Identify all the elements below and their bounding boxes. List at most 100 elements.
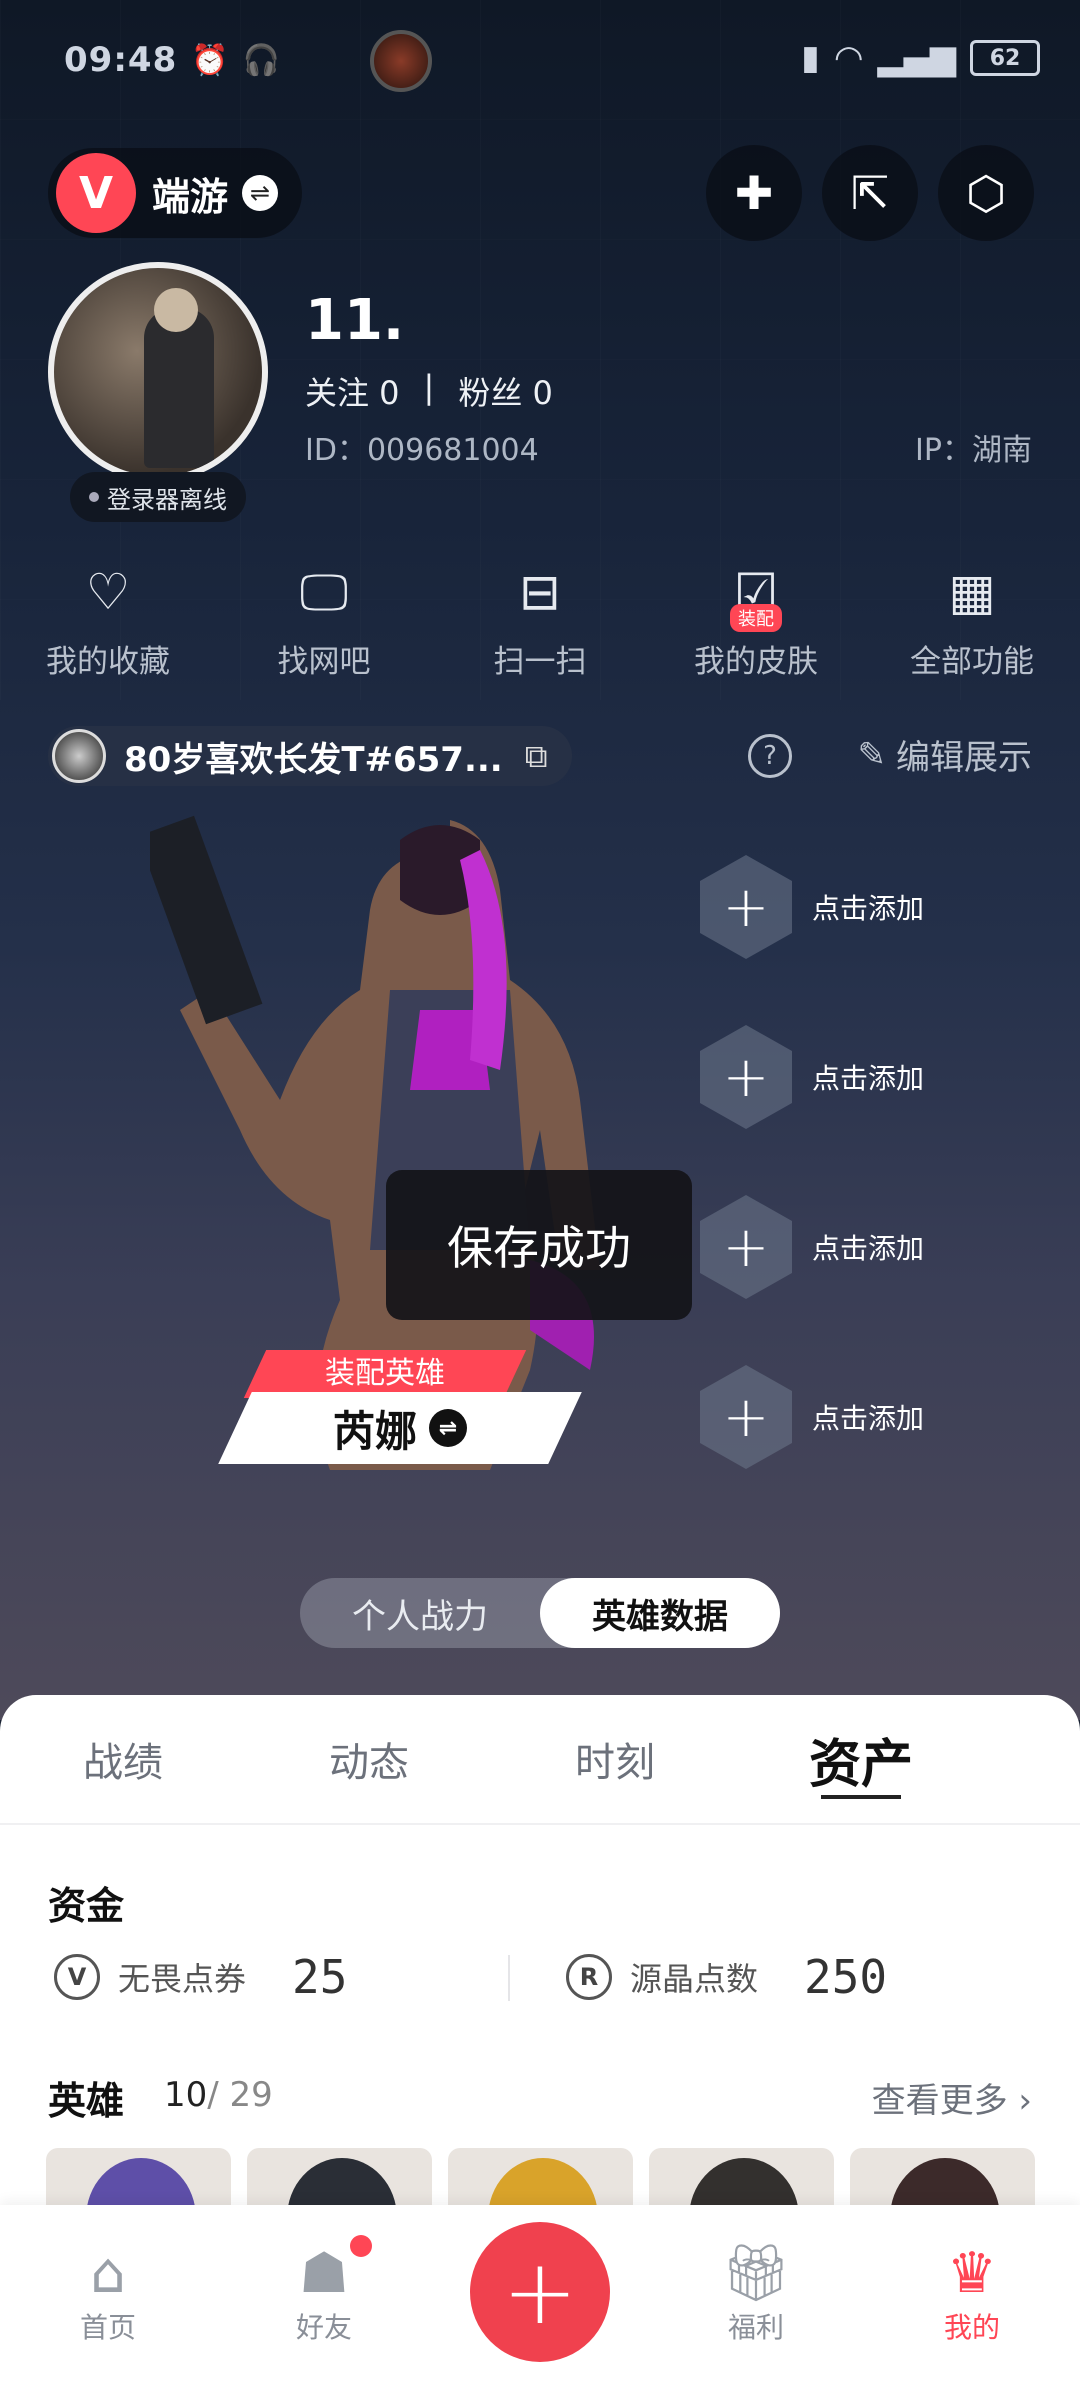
avatar[interactable] xyxy=(48,262,268,482)
quick-action-all[interactable]: ▦ 全部功能 xyxy=(864,560,1080,690)
home-icon: ⌂ xyxy=(90,2240,126,2306)
tab-assets[interactable]: 资产 xyxy=(738,1695,984,1823)
settings-button[interactable]: ⬡ xyxy=(938,145,1034,241)
switch-icon: ⇌ xyxy=(429,1409,467,1447)
add-slot-label: 点击添加 xyxy=(812,1062,925,1095)
share-button[interactable]: ⇱ xyxy=(822,145,918,241)
nav-label: 我的 xyxy=(943,2310,1000,2344)
radianite-icon: R xyxy=(566,1954,612,2000)
brand-name: 端游 xyxy=(152,174,229,219)
notification-dot xyxy=(350,2235,372,2257)
tab-records[interactable]: 战绩 xyxy=(0,1695,246,1823)
valorant-logo-icon: V xyxy=(56,153,136,233)
settings-hex-icon: ⬡ xyxy=(965,166,1007,220)
hero-count: 10/ 29 xyxy=(164,2075,273,2115)
stats-segment-control: 个人战力 英雄数据 xyxy=(300,1578,780,1648)
quick-action-label: 我的收藏 xyxy=(46,644,170,680)
plus-icon: + xyxy=(700,855,792,959)
create-post-button[interactable]: + xyxy=(470,2222,610,2362)
equipped-hero-name-button[interactable]: 芮娜 ⇌ xyxy=(218,1392,582,1464)
hero-owned-count: 10 xyxy=(164,2075,208,2115)
equipped-hero-name: 芮娜 xyxy=(332,1406,417,1456)
quick-action-netcafe[interactable]: 🖵 找网吧 xyxy=(216,560,432,690)
fund-item-radianite: R 源晶点数 250 xyxy=(566,1950,887,2004)
tab-moments[interactable]: 时刻 xyxy=(492,1695,738,1823)
username: 11. xyxy=(305,288,405,353)
skin-icon: ☑ 装配 xyxy=(729,560,782,632)
headphones-icon: 🎧 xyxy=(242,42,280,78)
grid-icon: ▦ xyxy=(948,563,996,621)
copy-icon[interactable]: ⧉ xyxy=(525,737,548,776)
fund-label: 无畏点券 xyxy=(118,1960,247,1998)
wifi-icon: ◠ xyxy=(833,38,864,78)
help-icon[interactable]: ? xyxy=(748,734,792,778)
nav-friends[interactable]: ☗ 好友 xyxy=(216,2205,432,2382)
card-plus-icon: ✚ xyxy=(734,166,774,220)
heart-icon: ♡ xyxy=(85,563,131,621)
edit-display-label: 编辑展示 xyxy=(896,738,1032,778)
monitor-icon: 🖵 xyxy=(299,562,349,621)
toast-message: 保存成功 xyxy=(386,1170,692,1320)
plus-icon: + xyxy=(700,1365,792,1469)
fund-label: 源晶点数 xyxy=(630,1960,759,1998)
edit-icon: ✎ xyxy=(857,734,887,775)
fund-value: 25 xyxy=(292,1950,348,2004)
fund-divider xyxy=(508,1955,510,2001)
nav-profile[interactable]: ♛ 我的 xyxy=(864,2205,1080,2382)
friends-icon: ☗ xyxy=(298,2240,350,2306)
valorant-points-icon: V xyxy=(54,1954,100,2000)
add-slot-label: 点击添加 xyxy=(812,892,925,925)
quick-action-label: 全部功能 xyxy=(910,644,1034,680)
fund-value: 250 xyxy=(804,1950,888,2004)
profile-icon: ♛ xyxy=(946,2240,998,2306)
edit-display-button[interactable]: ✎ 编辑展示 xyxy=(858,730,1033,779)
game-switcher[interactable]: V 端游 ⇌ xyxy=(48,148,303,238)
status-bar: 09:48 ⏰ 🎧 ▮ ◠ ▂▄▆ 62 xyxy=(0,0,1080,120)
nav-welfare[interactable]: 🎁︎ 福利 xyxy=(648,2205,864,2382)
card-add-button[interactable]: ✚ xyxy=(706,145,802,241)
nav-label: 首页 xyxy=(79,2310,136,2344)
funds-title: 资金 xyxy=(48,1884,125,1928)
quick-action-favorites[interactable]: ♡ 我的收藏 xyxy=(0,560,216,690)
nav-label: 福利 xyxy=(727,2310,784,2344)
game-account-avatar xyxy=(52,729,106,783)
equipped-hero-tag: 装配英雄 xyxy=(243,1350,527,1398)
segment-personal-power[interactable]: 个人战力 xyxy=(300,1578,540,1648)
scan-icon: ⊟ xyxy=(519,563,561,621)
plus-icon: + xyxy=(700,1025,792,1129)
following-count[interactable]: 关注 0 xyxy=(305,368,400,414)
add-slot[interactable]: + 点击添加 xyxy=(700,1362,1000,1472)
plus-icon: + xyxy=(502,2239,578,2345)
battery-icon: 62 xyxy=(970,40,1040,76)
tab-feed[interactable]: 动态 xyxy=(246,1695,492,1823)
skin-badge: 装配 xyxy=(729,604,782,632)
add-slot-label: 点击添加 xyxy=(812,1402,925,1435)
content-tabs: 战绩 动态 时刻 资产 xyxy=(0,1695,1080,1825)
floating-app-icon[interactable] xyxy=(370,30,432,92)
game-account-chip[interactable]: 80岁喜欢长发T#657... ⧉ xyxy=(48,726,572,786)
followers-count[interactable]: 粉丝 0 xyxy=(458,368,553,414)
quick-action-scan[interactable]: ⊟ 扫一扫 xyxy=(432,560,648,690)
gift-icon: 🎁︎ xyxy=(720,2240,792,2306)
game-account-name: 80岁喜欢长发T#657... xyxy=(124,739,503,780)
add-slot[interactable]: + 点击添加 xyxy=(700,852,1000,962)
share-icon: ⇱ xyxy=(850,166,890,220)
status-time: 09:48 xyxy=(64,40,178,80)
user-id: ID：009681004 xyxy=(305,433,539,468)
plus-icon: + xyxy=(700,1195,792,1299)
hero-total-count: / 29 xyxy=(207,2075,273,2115)
view-more-link[interactable]: 查看更多 › xyxy=(872,2073,1032,2122)
launcher-status-badge: 登录器离线 xyxy=(70,472,246,522)
alarm-icon: ⏰ xyxy=(191,42,229,78)
quick-action-label: 扫一扫 xyxy=(493,644,587,680)
offline-dot-icon xyxy=(89,492,99,502)
nav-home[interactable]: ⌂ 首页 xyxy=(0,2205,216,2382)
fund-item-vp: V 无畏点券 25 xyxy=(54,1950,347,2004)
quick-action-skins[interactable]: ☑ 装配 我的皮肤 xyxy=(648,560,864,690)
nav-label: 好友 xyxy=(295,2310,352,2344)
signal-icon: ▂▄▆ xyxy=(877,38,956,78)
vibrate-icon: ▮ xyxy=(801,38,820,78)
add-slot[interactable]: + 点击添加 xyxy=(700,1192,1000,1302)
add-slot[interactable]: + 点击添加 xyxy=(700,1022,1000,1132)
segment-hero-data[interactable]: 英雄数据 xyxy=(540,1578,780,1648)
